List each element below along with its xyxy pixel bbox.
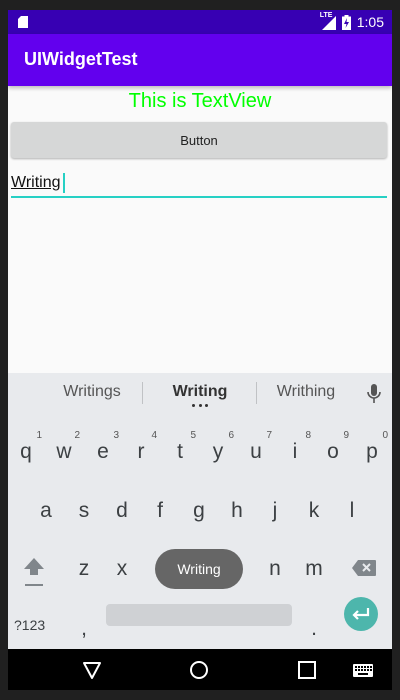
key-t[interactable]: t5 <box>162 430 198 464</box>
navigation-bar <box>8 649 392 690</box>
edit-text-field[interactable]: Writing <box>11 170 387 198</box>
suggestion-right[interactable]: Writhing <box>266 383 346 401</box>
key-m[interactable]: m <box>296 557 332 581</box>
more-suggestions-icon[interactable] <box>192 404 208 408</box>
suggestion-center[interactable]: Writing <box>160 383 240 401</box>
key-a[interactable]: a <box>28 499 64 523</box>
toast-message: Writing <box>155 549 243 589</box>
key-q[interactable]: q1 <box>8 430 44 464</box>
comma-key[interactable]: , <box>66 617 102 641</box>
key-k[interactable]: k <box>296 499 332 523</box>
key-x[interactable]: x <box>104 557 140 581</box>
symbols-key[interactable]: ?123 <box>14 617 45 633</box>
battery-charging-icon <box>341 14 351 30</box>
text-cursor <box>63 173 65 193</box>
period-key[interactable]: . <box>296 617 332 641</box>
edit-text-value: Writing <box>11 174 61 191</box>
key-u[interactable]: u7 <box>238 430 274 464</box>
key-y[interactable]: y6 <box>200 430 236 464</box>
key-o[interactable]: o9 <box>315 430 351 464</box>
phone-screen: LTE 1:05 UIWidgetTest This is TextView B… <box>8 10 392 690</box>
key-h[interactable]: h <box>219 499 255 523</box>
enter-key[interactable] <box>344 597 378 631</box>
sd-card-icon <box>18 16 28 28</box>
shift-icon[interactable] <box>23 556 45 588</box>
app-title: UIWidgetTest <box>24 49 138 69</box>
key-e[interactable]: e3 <box>85 430 121 464</box>
status-time: 1:05 <box>356 14 384 30</box>
space-bar[interactable] <box>106 604 292 626</box>
enter-icon <box>352 608 370 620</box>
key-l[interactable]: l <box>334 499 370 523</box>
suggestion-divider <box>256 382 257 404</box>
recents-icon[interactable] <box>296 659 318 681</box>
key-z[interactable]: z <box>66 557 102 581</box>
status-right: LTE 1:05 <box>320 12 384 31</box>
main-button-label: Button <box>180 132 218 148</box>
back-icon[interactable] <box>81 659 103 681</box>
home-icon[interactable] <box>188 659 210 681</box>
keyboard-switch-icon[interactable] <box>352 659 374 681</box>
microphone-icon[interactable] <box>367 384 381 404</box>
status-bar: LTE 1:05 <box>8 10 392 34</box>
key-w[interactable]: w2 <box>46 430 82 464</box>
suggestion-divider <box>142 382 143 404</box>
key-p[interactable]: p0 <box>354 430 390 464</box>
key-s[interactable]: s <box>66 499 102 523</box>
key-j[interactable]: j <box>257 499 293 523</box>
key-d[interactable]: d <box>104 499 140 523</box>
key-n[interactable]: n <box>257 557 293 581</box>
suggestion-strip: Writings Writing Writhing <box>8 373 392 413</box>
key-i[interactable]: i8 <box>277 430 313 464</box>
key-g[interactable]: g <box>181 499 217 523</box>
suggestion-left[interactable]: Writings <box>52 383 132 401</box>
text-view: This is TextView <box>128 90 272 112</box>
backspace-icon[interactable] <box>351 559 377 577</box>
key-f[interactable]: f <box>142 499 178 523</box>
app-bar: UIWidgetTest <box>8 34 392 86</box>
main-button[interactable]: Button <box>11 122 387 158</box>
key-r[interactable]: r4 <box>123 430 159 464</box>
signal-icon: LTE <box>320 12 336 30</box>
